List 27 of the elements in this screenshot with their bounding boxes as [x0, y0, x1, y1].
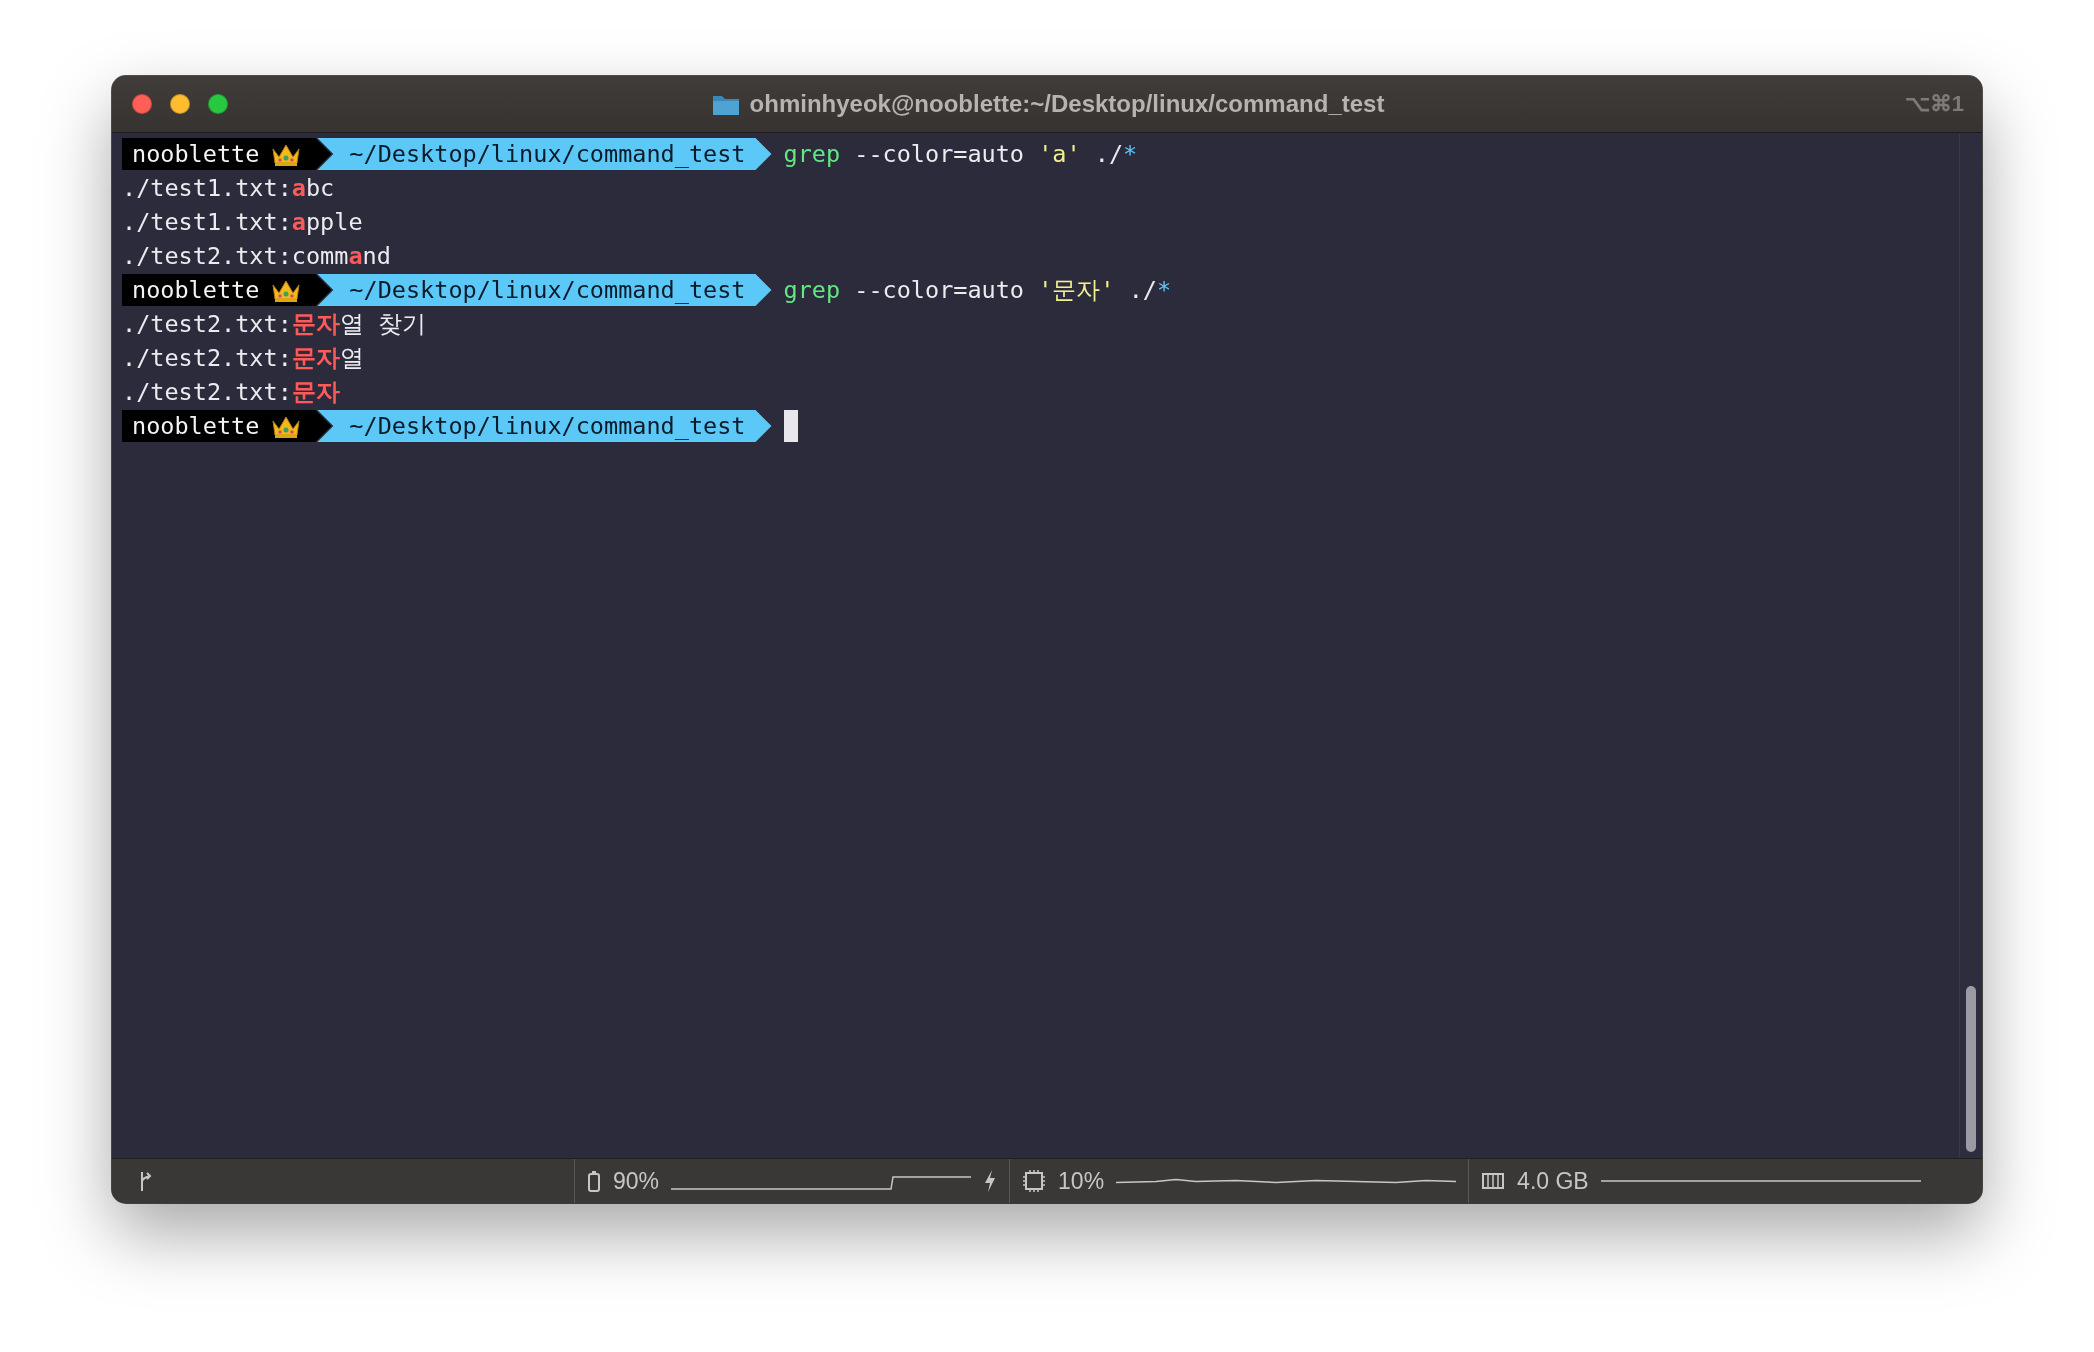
- command-text: grep --color=auto 'a' ./*: [783, 140, 1138, 168]
- cpu-icon: [1022, 1169, 1047, 1193]
- memory-usage: 4.0 GB: [1517, 1167, 1589, 1195]
- branch-icon: [138, 1170, 154, 1192]
- window-shortcut: ⌥⌘1: [1903, 91, 1964, 117]
- minimize-button[interactable]: [170, 94, 190, 114]
- battery-icon: [587, 1170, 601, 1192]
- prompt-user: nooblette: [132, 140, 260, 168]
- memory-icon: [1481, 1171, 1506, 1191]
- prompt-path: ~/Desktop/linux/command_test: [317, 274, 772, 306]
- output-line: ./test1.txt:apple: [122, 207, 364, 238]
- prompt-path: ~/Desktop/linux/command_test: [317, 138, 772, 170]
- zoom-button[interactable]: [208, 94, 228, 114]
- output-line: ./test1.txt:abc: [122, 173, 336, 204]
- output-line: ./test2.txt:command: [122, 241, 392, 272]
- close-button[interactable]: [132, 94, 152, 114]
- output-line: ./test2.txt:문자열: [122, 343, 365, 374]
- scrollbar-thumb[interactable]: [1966, 986, 1976, 1152]
- prompt-path: ~/Desktop/linux/command_test: [317, 410, 772, 442]
- prompt-user: nooblette: [132, 412, 260, 440]
- prompt-user: nooblette: [132, 276, 260, 304]
- command-text: grep --color=auto '문자' ./*: [783, 275, 1172, 306]
- window-title: ohminhyeok@nooblette:~/Desktop/linux/command_test: [749, 90, 1385, 118]
- cpu-percentage: 10%: [1058, 1167, 1105, 1195]
- output-line: ./test2.txt:문자: [122, 377, 341, 408]
- output-line: ./test2.txt:문자열 찾기: [122, 309, 427, 340]
- battery-percentage: 90%: [613, 1167, 660, 1195]
